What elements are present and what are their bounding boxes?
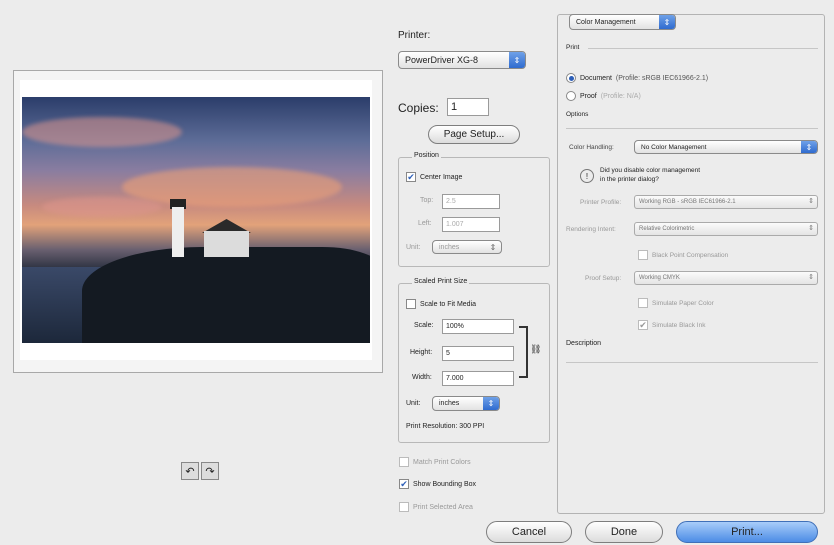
simulate-paper-label: Simulate Paper Color xyxy=(652,299,714,307)
scale-to-fit-checkbox[interactable]: Scale to Fit Media xyxy=(406,299,476,309)
proof-profile: (Profile: N/A) xyxy=(600,92,641,100)
rendering-intent-value: Relative Colorimetric xyxy=(639,226,695,232)
center-image-label: Center Image xyxy=(420,173,463,181)
width-input[interactable]: 7.000 xyxy=(442,371,514,386)
print-selected-area-checkbox[interactable]: Print Selected Area xyxy=(399,502,473,512)
printer-profile-select[interactable]: Working RGB - sRGB IEC61966-2.1 ⇕ xyxy=(634,195,818,209)
cancel-button[interactable]: Cancel xyxy=(486,521,572,543)
updown-arrows-icon: ⇕ xyxy=(489,242,497,252)
proof-setup-value: Working CMYK xyxy=(639,275,680,281)
scaled-print-size-title: Scaled Print Size xyxy=(412,278,470,285)
rendering-intent-select[interactable]: Relative Colorimetric ⇕ xyxy=(634,222,818,236)
constrain-bracket xyxy=(519,326,528,378)
document-label: Document xyxy=(580,74,612,82)
page-setup-button[interactable]: Page Setup... xyxy=(428,125,520,144)
proof-setup-select[interactable]: Working CMYK ⇕ xyxy=(634,271,818,285)
height-input[interactable]: 5 xyxy=(442,346,514,361)
rotate-buttons: ↶ ↷ xyxy=(181,462,219,480)
position-unit-value: inches xyxy=(439,243,460,251)
updown-arrows-icon: ⇕ xyxy=(483,397,499,410)
center-image-checkbox[interactable]: ✔ Center Image xyxy=(406,172,462,182)
printer-value: PowerDriver XG-8 xyxy=(405,55,479,65)
show-bounding-box-label: Show Bounding Box xyxy=(413,480,477,488)
show-bounding-box-checkbox[interactable]: ✔ Show Bounding Box xyxy=(399,479,476,489)
done-button[interactable]: Done xyxy=(585,521,663,543)
simulate-black-label: Simulate Black Ink xyxy=(652,321,706,329)
description-label: Description xyxy=(566,340,602,347)
scale-label: Scale: xyxy=(414,322,434,329)
printer-profile-value: Working RGB - sRGB IEC61966-2.1 xyxy=(639,199,736,205)
printer-select[interactable]: PowerDriver XG-8 ⇕ xyxy=(398,51,526,69)
scale-input[interactable]: 100% xyxy=(442,319,514,334)
copies-input[interactable]: 1 xyxy=(447,98,489,116)
black-point-label: Black Point Compensation xyxy=(652,251,729,259)
document-profile: (Profile: sRGB IEC61966-2.1) xyxy=(615,74,709,82)
printer-profile-label: Printer Profile: xyxy=(580,199,622,206)
match-print-colors-label: Match Print Colors xyxy=(413,458,471,466)
print-button[interactable]: Print... xyxy=(676,521,818,543)
rotate-right-icon[interactable]: ↷ xyxy=(201,462,219,480)
copies-label: Copies: xyxy=(398,101,439,115)
top-input[interactable]: 2.5 xyxy=(442,194,500,209)
rotate-left-icon[interactable]: ↶ xyxy=(181,462,199,480)
preview-image[interactable] xyxy=(22,97,370,343)
section-select-value: Color Management xyxy=(576,18,636,26)
top-label: Top: xyxy=(420,197,434,204)
scaled-unit-value: inches xyxy=(439,400,460,407)
document-radio[interactable]: Document (Profile: sRGB IEC61966-2.1) xyxy=(566,73,708,83)
scaled-unit-label: Unit: xyxy=(406,400,421,407)
position-unit-label: Unit: xyxy=(406,244,421,251)
position-unit-select[interactable]: inches ⇕ xyxy=(432,240,502,254)
proof-radio[interactable]: Proof (Profile: N/A) xyxy=(566,91,641,101)
updown-arrows-icon: ⇕ xyxy=(808,198,814,205)
printer-label: Printer: xyxy=(398,30,431,41)
checkmark-icon: ✔ xyxy=(406,171,416,182)
checkmark-icon: ✔ xyxy=(399,478,409,489)
checkmark-icon: ✔ xyxy=(638,319,648,330)
rendering-intent-label: Rendering Intent: xyxy=(566,226,616,233)
print-selected-area-label: Print Selected Area xyxy=(413,503,473,511)
position-title: Position xyxy=(412,152,441,159)
match-print-colors-checkbox[interactable]: Match Print Colors xyxy=(399,457,471,467)
info-text-line2: in the printer dialog? xyxy=(600,176,659,183)
updown-arrows-icon: ⇕ xyxy=(801,141,817,153)
link-icon[interactable]: ⛓ xyxy=(530,344,541,355)
print-resolution-text: Print Resolution: 300 PPI xyxy=(406,423,485,430)
updown-arrows-icon: ⇕ xyxy=(509,52,525,68)
color-handling-label: Color Handling: xyxy=(569,144,614,151)
scale-to-fit-label: Scale to Fit Media xyxy=(420,300,477,308)
color-management-panel xyxy=(557,14,825,514)
simulate-paper-checkbox[interactable]: Simulate Paper Color xyxy=(638,298,714,308)
scaled-unit-select[interactable]: inches ⇕ xyxy=(432,396,500,411)
height-label: Height: xyxy=(410,349,433,356)
width-label: Width: xyxy=(412,374,432,381)
info-text-line1: Did you disable color management xyxy=(600,167,701,174)
print-section-label: Print xyxy=(566,44,580,51)
simulate-black-checkbox[interactable]: ✔ Simulate Black Ink xyxy=(638,320,705,330)
section-select[interactable]: Color Management ⇕ xyxy=(569,14,676,30)
updown-arrows-icon: ⇕ xyxy=(659,15,675,29)
updown-arrows-icon: ⇕ xyxy=(808,225,814,232)
options-section-label: Options xyxy=(566,111,589,118)
proof-setup-label: Proof Setup: xyxy=(585,275,622,282)
updown-arrows-icon: ⇕ xyxy=(808,274,814,281)
proof-label: Proof xyxy=(580,92,597,100)
color-handling-select[interactable]: No Color Management ⇕ xyxy=(634,140,818,154)
black-point-checkbox[interactable]: Black Point Compensation xyxy=(638,250,728,260)
left-input[interactable]: 1.007 xyxy=(442,217,500,232)
info-icon: ! xyxy=(580,169,594,183)
left-label: Left: xyxy=(418,220,432,227)
color-handling-value: No Color Management xyxy=(641,143,707,151)
